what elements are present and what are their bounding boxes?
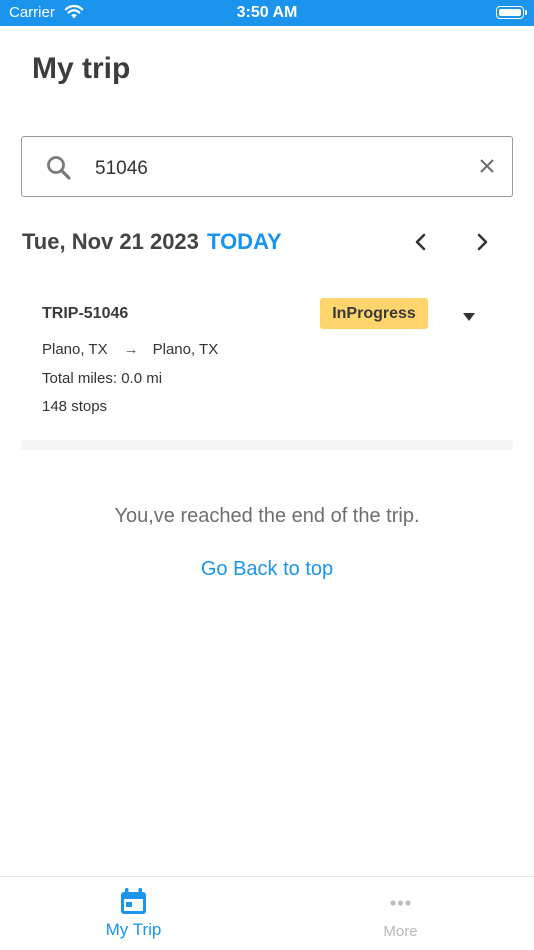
date-label: Tue, Nov 21 2023 (22, 229, 199, 254)
today-label: TODAY (207, 229, 282, 254)
stop-count: 148 stops (42, 398, 108, 415)
total-miles: Total miles: 0.0 mi (42, 370, 163, 387)
origin-label: Plano, TX (42, 341, 108, 358)
end-of-trip-message: You,ve reached the end of the trip. (114, 505, 420, 527)
tab-bar: My Trip More (0, 876, 534, 950)
search-input[interactable]: 51046 (95, 158, 148, 180)
caret-down-icon[interactable] (461, 309, 477, 327)
search-icon (46, 155, 72, 186)
search-field[interactable]: 51046 (21, 136, 513, 197)
status-bar: Carrier 3:50 AM (0, 0, 534, 26)
calendar-icon (118, 887, 149, 922)
date-header: Tue, Nov 21 2023 TODAY (22, 229, 282, 255)
chevron-right-icon[interactable] (471, 230, 493, 254)
trip-id: TRIP-51046 (42, 305, 129, 322)
chevron-left-icon[interactable] (410, 230, 432, 254)
tab-more[interactable]: More (267, 877, 534, 950)
status-time: 3:50 AM (236, 4, 298, 21)
go-back-to-top-link[interactable]: Go Back to top (0, 558, 534, 581)
tab-label: More (383, 923, 418, 940)
battery-icon (496, 6, 527, 19)
tab-label: My Trip (105, 920, 162, 939)
page-title: My trip (32, 52, 131, 85)
arrow-right-icon: → (123, 341, 139, 358)
more-dots-icon (385, 887, 416, 922)
trip-route: Plano, TX → Plano, TX (42, 341, 218, 358)
close-icon[interactable] (478, 157, 496, 180)
destination-label: Plano, TX (152, 341, 219, 358)
tab-my-trip[interactable]: My Trip (0, 877, 267, 950)
trip-card[interactable]: TRIP-51046 InProgress Plano, TX → Plano, T… (21, 282, 513, 450)
status-badge: InProgress (320, 298, 428, 329)
